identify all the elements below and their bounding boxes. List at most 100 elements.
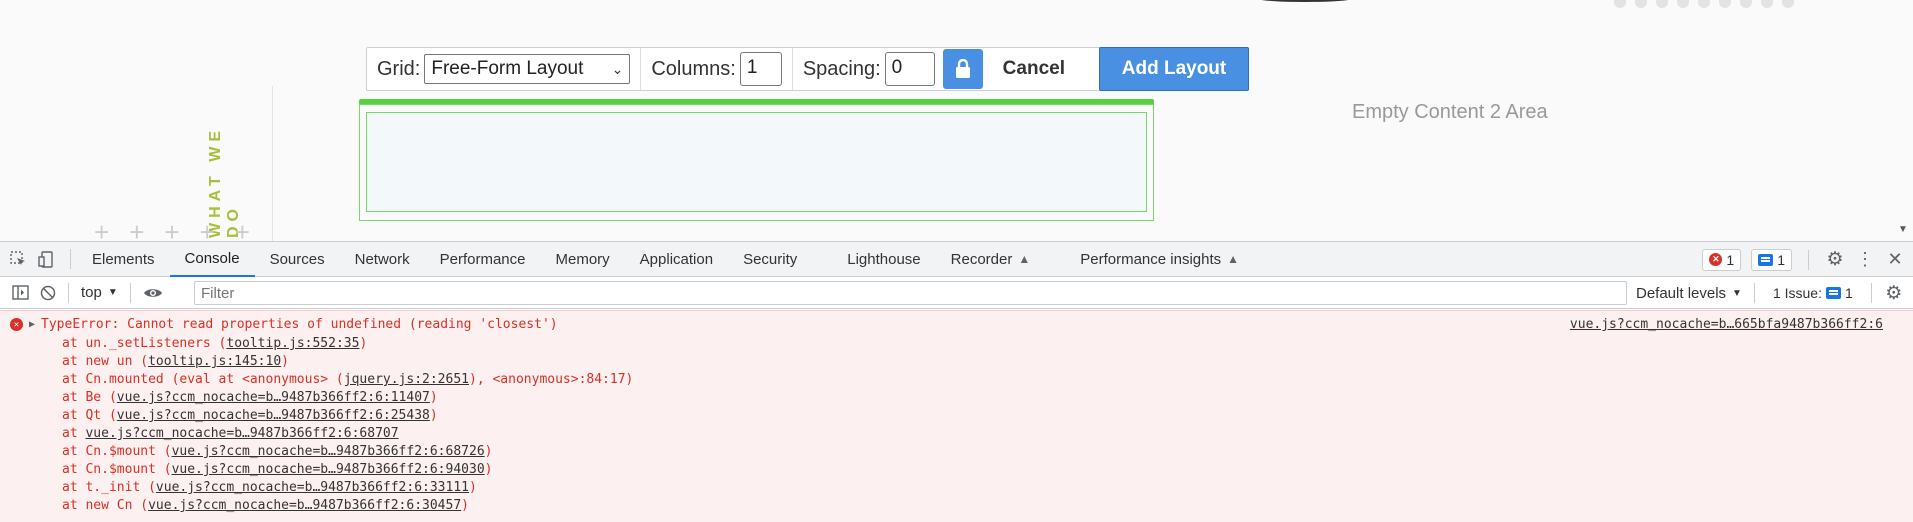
- stack-line-link[interactable]: vue.js?ccm_nocache=b…9487b366ff2:6:68726: [172, 444, 485, 459]
- page: Grid: Free-Form Layout ⌄ Columns: 1 Spac…: [0, 0, 1913, 522]
- tab-console[interactable]: Console: [169, 242, 255, 277]
- stack-line: at Qt (vue.js?ccm_nocache=b…9487b366ff2:…: [62, 407, 633, 425]
- tab-recorder[interactable]: Recorder ▲: [936, 242, 1046, 277]
- lock-icon: [955, 59, 970, 78]
- stack-line-link[interactable]: vue.js?ccm_nocache=b…9487b366ff2:6:94030: [172, 462, 485, 477]
- stack-line-prefix: at un._setListeners (: [62, 336, 227, 351]
- columns-input[interactable]: 1: [739, 52, 782, 86]
- stack-line-link[interactable]: vue.js?ccm_nocache=b…9487b366ff2:6:30457: [148, 498, 461, 513]
- console-filter-input[interactable]: [194, 281, 1627, 305]
- tab-memory[interactable]: Memory: [541, 242, 625, 277]
- decorative-dots: [1614, 0, 1794, 8]
- scroll-down-arrow-icon[interactable]: ▼: [1898, 224, 1908, 235]
- clear-console-icon[interactable]: [38, 283, 58, 303]
- flask-icon: ▲: [1227, 252, 1240, 266]
- tab-sources[interactable]: Sources: [255, 242, 340, 277]
- message-count: 1: [1777, 251, 1785, 268]
- error-count: 1: [1726, 251, 1735, 268]
- issues-label: 1 Issue:: [1772, 285, 1822, 301]
- stack-line-suffix: ): [469, 480, 477, 495]
- empty-content-area[interactable]: Empty Content 2 Area: [1352, 101, 1548, 124]
- vertical-heading: WHAT WE DO: [207, 125, 242, 238]
- message-count-badge[interactable]: 1: [1751, 248, 1792, 271]
- stack-line-prefix: at new un (: [62, 354, 149, 369]
- console-error-entry: ✕ ▶ TypeError: Cannot read properties of…: [0, 310, 1913, 522]
- tab-application[interactable]: Application: [625, 242, 728, 277]
- dropdown-arrow-icon: ▼: [1732, 287, 1742, 299]
- more-options-icon[interactable]: ⋮: [1855, 249, 1875, 270]
- divider-line: [272, 86, 273, 241]
- error-message: TypeError: Cannot read properties of und…: [41, 317, 558, 332]
- columns-group: Columns: 1: [641, 48, 793, 90]
- spacing-group: Spacing: 0 Cancel: [793, 48, 1065, 90]
- stack-line-prefix: at: [62, 426, 86, 441]
- tab-security[interactable]: Security: [728, 242, 812, 277]
- show-sidebar-icon[interactable]: [10, 283, 30, 303]
- flask-icon: ▲: [1018, 252, 1031, 266]
- stack-line-link[interactable]: vue.js?ccm_nocache=b…9487b366ff2:6:11407: [117, 390, 430, 405]
- tab-performance-insights-label: Performance insights: [1080, 250, 1222, 268]
- lock-button[interactable]: [942, 49, 983, 89]
- stack-line-prefix: at t._init (: [62, 480, 156, 495]
- cancel-button[interactable]: Cancel: [1003, 58, 1065, 80]
- stack-line: at new un (tooltip.js:145:10): [62, 353, 633, 371]
- chevron-down-icon: ⌄: [611, 60, 624, 77]
- stack-line-prefix: at Qt (: [62, 408, 117, 423]
- inspect-element-icon[interactable]: [8, 249, 28, 269]
- devtools-panel: Elements Console Sources Network Perform…: [0, 241, 1913, 522]
- stack-trace: at un._setListeners (tooltip.js:552:35) a…: [62, 335, 633, 515]
- stack-line-link[interactable]: vue.js?ccm_nocache=b…9487b366ff2:6:25438: [117, 408, 430, 423]
- console-toolbar: top ▼ Default levels ▼ 1 Issue: 1: [0, 277, 1913, 309]
- stack-line: at Cn.$mount (vue.js?ccm_nocache=b…9487b…: [62, 461, 633, 479]
- stack-line-prefix: at Cn.mounted (eval at <anonymous> (: [62, 372, 344, 387]
- error-count-badge[interactable]: ✕ 1: [1702, 248, 1742, 271]
- stack-line: at t._init (vue.js?ccm_nocache=b…9487b36…: [62, 479, 633, 497]
- tab-network[interactable]: Network: [340, 242, 425, 277]
- grid-label: Grid:: [377, 57, 421, 80]
- stack-line-link[interactable]: vue.js?ccm_nocache=b…9487b366ff2:6:33111: [156, 480, 469, 495]
- stack-line-suffix: ): [429, 408, 438, 423]
- stack-line: at Be (vue.js?ccm_nocache=b…9487b366ff2:…: [62, 389, 633, 407]
- columns-label: Columns:: [651, 57, 736, 80]
- expand-triangle-icon[interactable]: ▶: [29, 319, 35, 330]
- error-source-link[interactable]: vue.js?ccm_nocache=b…665bfa9487b366ff2:6: [1570, 317, 1883, 332]
- default-levels-label: Default levels: [1636, 284, 1727, 302]
- add-layout-button[interactable]: Add Layout: [1099, 47, 1249, 91]
- stack-line: at Cn.$mount (vue.js?ccm_nocache=b…9487b…: [62, 443, 633, 461]
- page-editor-area: Grid: Free-Form Layout ⌄ Columns: 1 Spac…: [0, 0, 1913, 241]
- stack-line: at Cn.mounted (eval at <anonymous> (jque…: [62, 371, 633, 389]
- stack-line-link[interactable]: tooltip.js:145:10: [148, 354, 281, 369]
- error-icon: ✕: [1709, 253, 1723, 266]
- tab-performance-insights[interactable]: Performance insights ▲: [1065, 242, 1254, 277]
- stack-line-prefix: at Cn.$mount (: [62, 462, 172, 477]
- tab-performance[interactable]: Performance: [425, 242, 541, 277]
- live-expression-eye-icon[interactable]: [143, 283, 163, 303]
- grid-select[interactable]: Free-Form Layout ⌄: [424, 54, 631, 84]
- grid-select-value: Free-Form Layout: [431, 58, 584, 79]
- console-settings-gear-icon[interactable]: ⚙: [1884, 283, 1904, 304]
- settings-gear-icon[interactable]: ⚙: [1825, 249, 1845, 270]
- device-toolbar-icon[interactable]: [36, 249, 56, 269]
- tab-elements[interactable]: Elements: [77, 242, 170, 277]
- context-select[interactable]: top ▼: [75, 284, 124, 301]
- stack-line-link[interactable]: vue.js?ccm_nocache=b…9487b366ff2:6:68707: [85, 426, 398, 441]
- issues-count: 1: [1844, 285, 1853, 301]
- stack-line-suffix: ): [484, 462, 493, 477]
- decorative-arc: [1255, 0, 1355, 2]
- stack-line: at new Cn (vue.js?ccm_nocache=b…9487b366…: [62, 497, 633, 515]
- default-levels-dropdown[interactable]: Default levels ▼: [1636, 285, 1742, 302]
- layout-column[interactable]: [366, 112, 1147, 212]
- dropdown-arrow-icon: ▼: [107, 287, 118, 298]
- spacing-input[interactable]: 0: [884, 52, 935, 86]
- tab-lighthouse[interactable]: Lighthouse: [832, 242, 935, 277]
- stack-line: at vue.js?ccm_nocache=b…9487b366ff2:6:68…: [62, 425, 633, 443]
- stack-line-prefix: at Be (: [62, 390, 117, 405]
- stack-line-suffix: ): [429, 390, 438, 405]
- devtools-tabbar: Elements Console Sources Network Perform…: [0, 242, 1913, 277]
- stack-line-link[interactable]: tooltip.js:552:35: [226, 336, 359, 351]
- issues-badge[interactable]: 1 Issue: 1: [1767, 282, 1859, 304]
- grid-group: Grid: Free-Form Layout ⌄: [367, 48, 642, 90]
- close-icon[interactable]: ✕: [1885, 249, 1905, 270]
- message-icon: [1825, 287, 1841, 299]
- stack-line-link[interactable]: jquery.js:2:2651: [344, 372, 469, 387]
